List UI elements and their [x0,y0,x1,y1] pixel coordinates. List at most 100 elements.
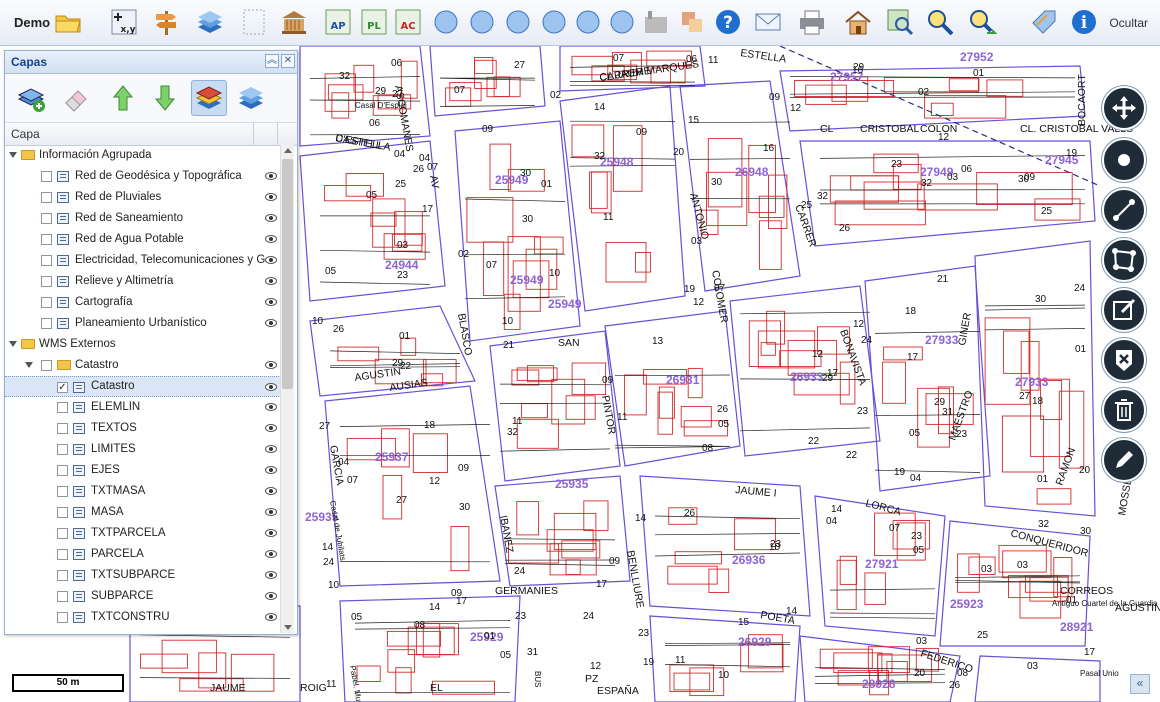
zoom-next-button[interactable] [966,6,998,38]
info-button[interactable]: i [1068,6,1100,38]
tree-layer[interactable]: Red de Saneamiento [5,208,281,229]
add-line-button[interactable] [466,6,498,38]
tree-layer[interactable]: ✓ Catastro [5,376,281,397]
visibility-eye-icon[interactable] [265,466,277,474]
layers-button[interactable] [194,6,226,38]
visibility-eye-icon[interactable] [265,403,277,411]
tree-layer[interactable]: ELEMLIN [5,397,281,418]
add-c-button[interactable] [572,6,604,38]
tree-layer[interactable]: TXTCONSTRU [5,607,281,628]
overlay-button[interactable] [676,6,708,38]
signpost-button[interactable] [150,6,182,38]
polygon-tool-button[interactable] [1102,238,1146,282]
zoom-in-button[interactable] [924,6,956,38]
measure-pl-button[interactable]: PL [358,6,390,38]
help-button[interactable]: ? [712,6,744,38]
tree-layer[interactable]: TXTSUBPARCE [5,565,281,586]
tree-layer[interactable]: TEXTOS [5,418,281,439]
visibility-eye-icon[interactable] [265,361,277,369]
tree-layer[interactable]: Red de Geodésica y Topográfica [5,166,281,187]
visibility-eye-icon[interactable] [265,298,277,306]
delete-vertex-button[interactable] [1102,338,1146,382]
layer-tree-scrollbar[interactable] [280,145,294,633]
tree-layer[interactable]: Red de Agua Potable [5,229,281,250]
tree-layer[interactable]: EJES [5,460,281,481]
visibility-eye-icon[interactable] [265,508,277,516]
visibility-eye-icon[interactable] [265,613,277,621]
layer-checkbox[interactable] [57,507,68,518]
visibility-eye-icon[interactable] [265,529,277,537]
layer-checkbox[interactable] [41,318,52,329]
scrollbar-thumb[interactable] [282,159,293,389]
add-point-button[interactable] [430,6,462,38]
layer-checkbox[interactable] [41,192,52,203]
tree-layer[interactable]: Planeamiento Urbanístico [5,313,281,334]
visibility-eye-icon[interactable] [265,424,277,432]
hide-toolbar-button[interactable]: Ocultar [1109,16,1148,30]
tag-button[interactable] [1028,6,1060,38]
visibility-eye-icon[interactable] [265,550,277,558]
collapse-panel-button[interactable]: ︽ [265,54,279,68]
layer-checkbox[interactable] [57,402,68,413]
home-button[interactable] [842,6,874,38]
close-panel-button[interactable]: ✕ [281,54,295,68]
layer-order-button[interactable] [191,80,227,116]
layer-checkbox[interactable] [57,486,68,497]
visibility-eye-icon[interactable] [265,487,277,495]
visibility-eye-icon[interactable] [265,277,277,285]
layer-checkbox[interactable] [57,591,68,602]
add-u-button[interactable] [606,6,638,38]
layer-checkbox[interactable] [41,255,52,266]
expand-arrow-icon[interactable] [9,341,17,347]
layer-checkbox[interactable] [41,360,52,371]
line-tool-button[interactable] [1102,188,1146,232]
layer-checkbox[interactable] [41,276,52,287]
coordinates-button[interactable]: x,y [108,6,140,38]
layer-checkbox[interactable] [57,465,68,476]
edit-tool-button[interactable] [1102,288,1146,332]
layer-checkbox[interactable] [57,549,68,560]
visibility-eye-icon[interactable] [265,193,277,201]
visibility-eye-icon[interactable] [265,235,277,243]
tree-layer[interactable]: PARCELA [5,544,281,565]
visibility-eye-icon[interactable] [265,256,277,264]
remove-layer-button[interactable] [57,80,93,116]
blank-button[interactable] [238,6,270,38]
layer-checkbox[interactable] [41,297,52,308]
move-layer-up-button[interactable] [105,80,141,116]
expand-arrow-icon[interactable] [9,152,17,158]
visibility-eye-icon[interactable] [265,383,277,391]
open-folder-button[interactable] [52,6,84,38]
factory-button[interactable] [640,6,672,38]
measure-ac-button[interactable]: AC [392,6,424,38]
tree-group-informacion[interactable]: Información Agrupada [5,145,281,166]
visibility-eye-icon[interactable] [265,214,277,222]
pencil-button[interactable] [1102,438,1146,482]
tree-group-wms[interactable]: WMS Externos [5,334,281,355]
layer-checkbox[interactable] [57,612,68,623]
add-layer-button[interactable] [13,80,49,116]
trash-button[interactable] [1102,388,1146,432]
layer-checkbox[interactable] [41,171,52,182]
expand-overview-button[interactable]: « [1130,674,1150,694]
tree-layer[interactable]: Electricidad, Telecomunicaciones y G [5,250,281,271]
add-i-button[interactable] [502,6,534,38]
layer-checkbox[interactable]: ✓ [57,382,68,393]
layer-checkbox[interactable] [57,423,68,434]
mail-button[interactable] [752,6,784,38]
tree-layer[interactable]: Relieve y Altimetría [5,271,281,292]
layer-checkbox[interactable] [57,570,68,581]
tree-group-catastro[interactable]: Catastro [5,355,281,376]
visibility-eye-icon[interactable] [265,445,277,453]
tree-layer[interactable]: MASA [5,502,281,523]
visibility-eye-icon[interactable] [265,319,277,327]
print-button[interactable] [796,6,828,38]
tree-layer[interactable]: TXTPARCELA [5,523,281,544]
visibility-eye-icon[interactable] [265,571,277,579]
point-tool-button[interactable] [1102,138,1146,182]
layer-checkbox[interactable] [41,234,52,245]
pan-tool-button[interactable] [1102,86,1146,130]
visibility-eye-icon[interactable] [265,172,277,180]
tree-layer[interactable]: LIMITES [5,439,281,460]
building-button[interactable] [278,6,310,38]
